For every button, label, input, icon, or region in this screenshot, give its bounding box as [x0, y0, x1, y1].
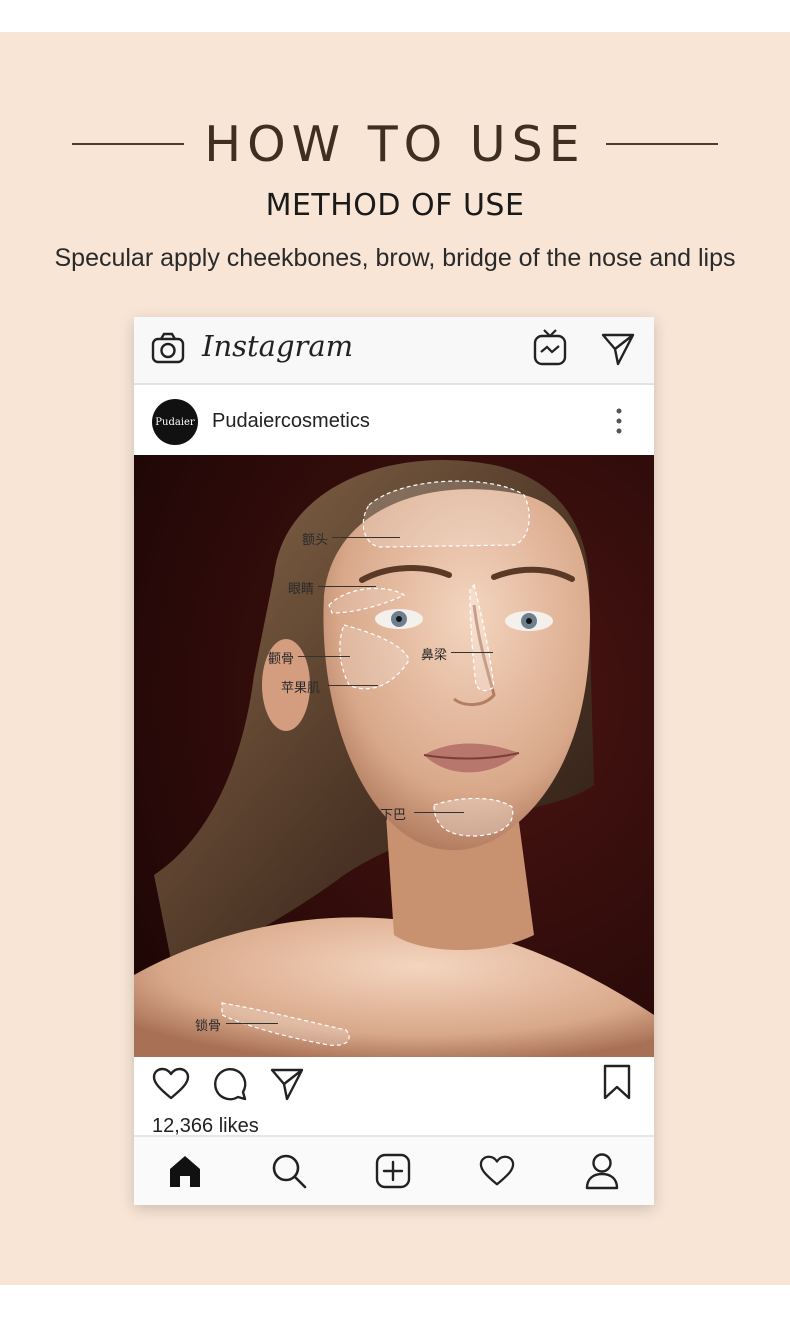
page-subtitle: METHOD OF USE — [265, 188, 525, 223]
title-row: HOW TO USE — [0, 112, 790, 176]
leader-chin — [414, 812, 464, 813]
label-apple-cheek: 苹果肌 — [281, 681, 321, 696]
title-rule-left — [72, 143, 185, 145]
label-forehead: 额头 — [302, 533, 329, 548]
label-collarbone: 锁骨 — [195, 1019, 222, 1034]
send-icon[interactable] — [269, 1066, 305, 1102]
title-rule-right — [605, 143, 718, 145]
page-title: HOW TO USE — [204, 115, 586, 173]
igtv-icon[interactable] — [532, 327, 568, 367]
post-header: Pudaier Pudaiercosmetics — [134, 385, 654, 455]
leader-cheekbone — [298, 656, 350, 657]
post-actions: 12,366 likes — [134, 1057, 654, 1137]
usage-description: Specular apply cheekbones, brow, bridge … — [54, 244, 736, 272]
leader-forehead — [332, 537, 400, 538]
leader-nose-bridge — [451, 652, 493, 653]
instagram-header: Instagram — [134, 317, 654, 385]
add-icon[interactable] — [375, 1153, 411, 1189]
model-face-illustration — [134, 455, 654, 1057]
more-vertical-icon[interactable] — [614, 407, 624, 435]
search-icon[interactable] — [271, 1153, 307, 1189]
heart-icon[interactable] — [152, 1067, 190, 1101]
label-cheekbone: 颧骨 — [268, 652, 295, 667]
leader-collarbone — [226, 1023, 278, 1024]
instagram-mockup: Instagram Pudaier Pudaiercosmetics 额头 眼睛… — [134, 317, 654, 1205]
camera-icon[interactable] — [150, 331, 186, 367]
avatar[interactable]: Pudaier — [152, 399, 198, 445]
activity-heart-icon[interactable] — [479, 1154, 515, 1188]
leader-eyes — [318, 586, 376, 587]
leader-apple-cheek — [328, 685, 378, 686]
comment-icon[interactable] — [212, 1066, 248, 1102]
username[interactable]: Pudaiercosmetics — [212, 410, 370, 433]
label-chin: 下巴 — [380, 808, 407, 823]
bookmark-icon[interactable] — [602, 1063, 632, 1101]
label-eyes: 眼睛 — [288, 582, 315, 597]
profile-icon[interactable] — [584, 1152, 620, 1190]
bottom-navigation — [134, 1135, 654, 1205]
send-icon[interactable] — [600, 331, 636, 367]
avatar-text: Pudaier — [155, 416, 195, 428]
home-icon[interactable] — [167, 1153, 203, 1189]
post-photo: 额头 眼睛 颧骨 鼻梁 苹果肌 下巴 锁骨 — [134, 455, 654, 1057]
instagram-logo: Instagram — [202, 329, 354, 363]
label-nose-bridge: 鼻梁 — [421, 648, 448, 663]
